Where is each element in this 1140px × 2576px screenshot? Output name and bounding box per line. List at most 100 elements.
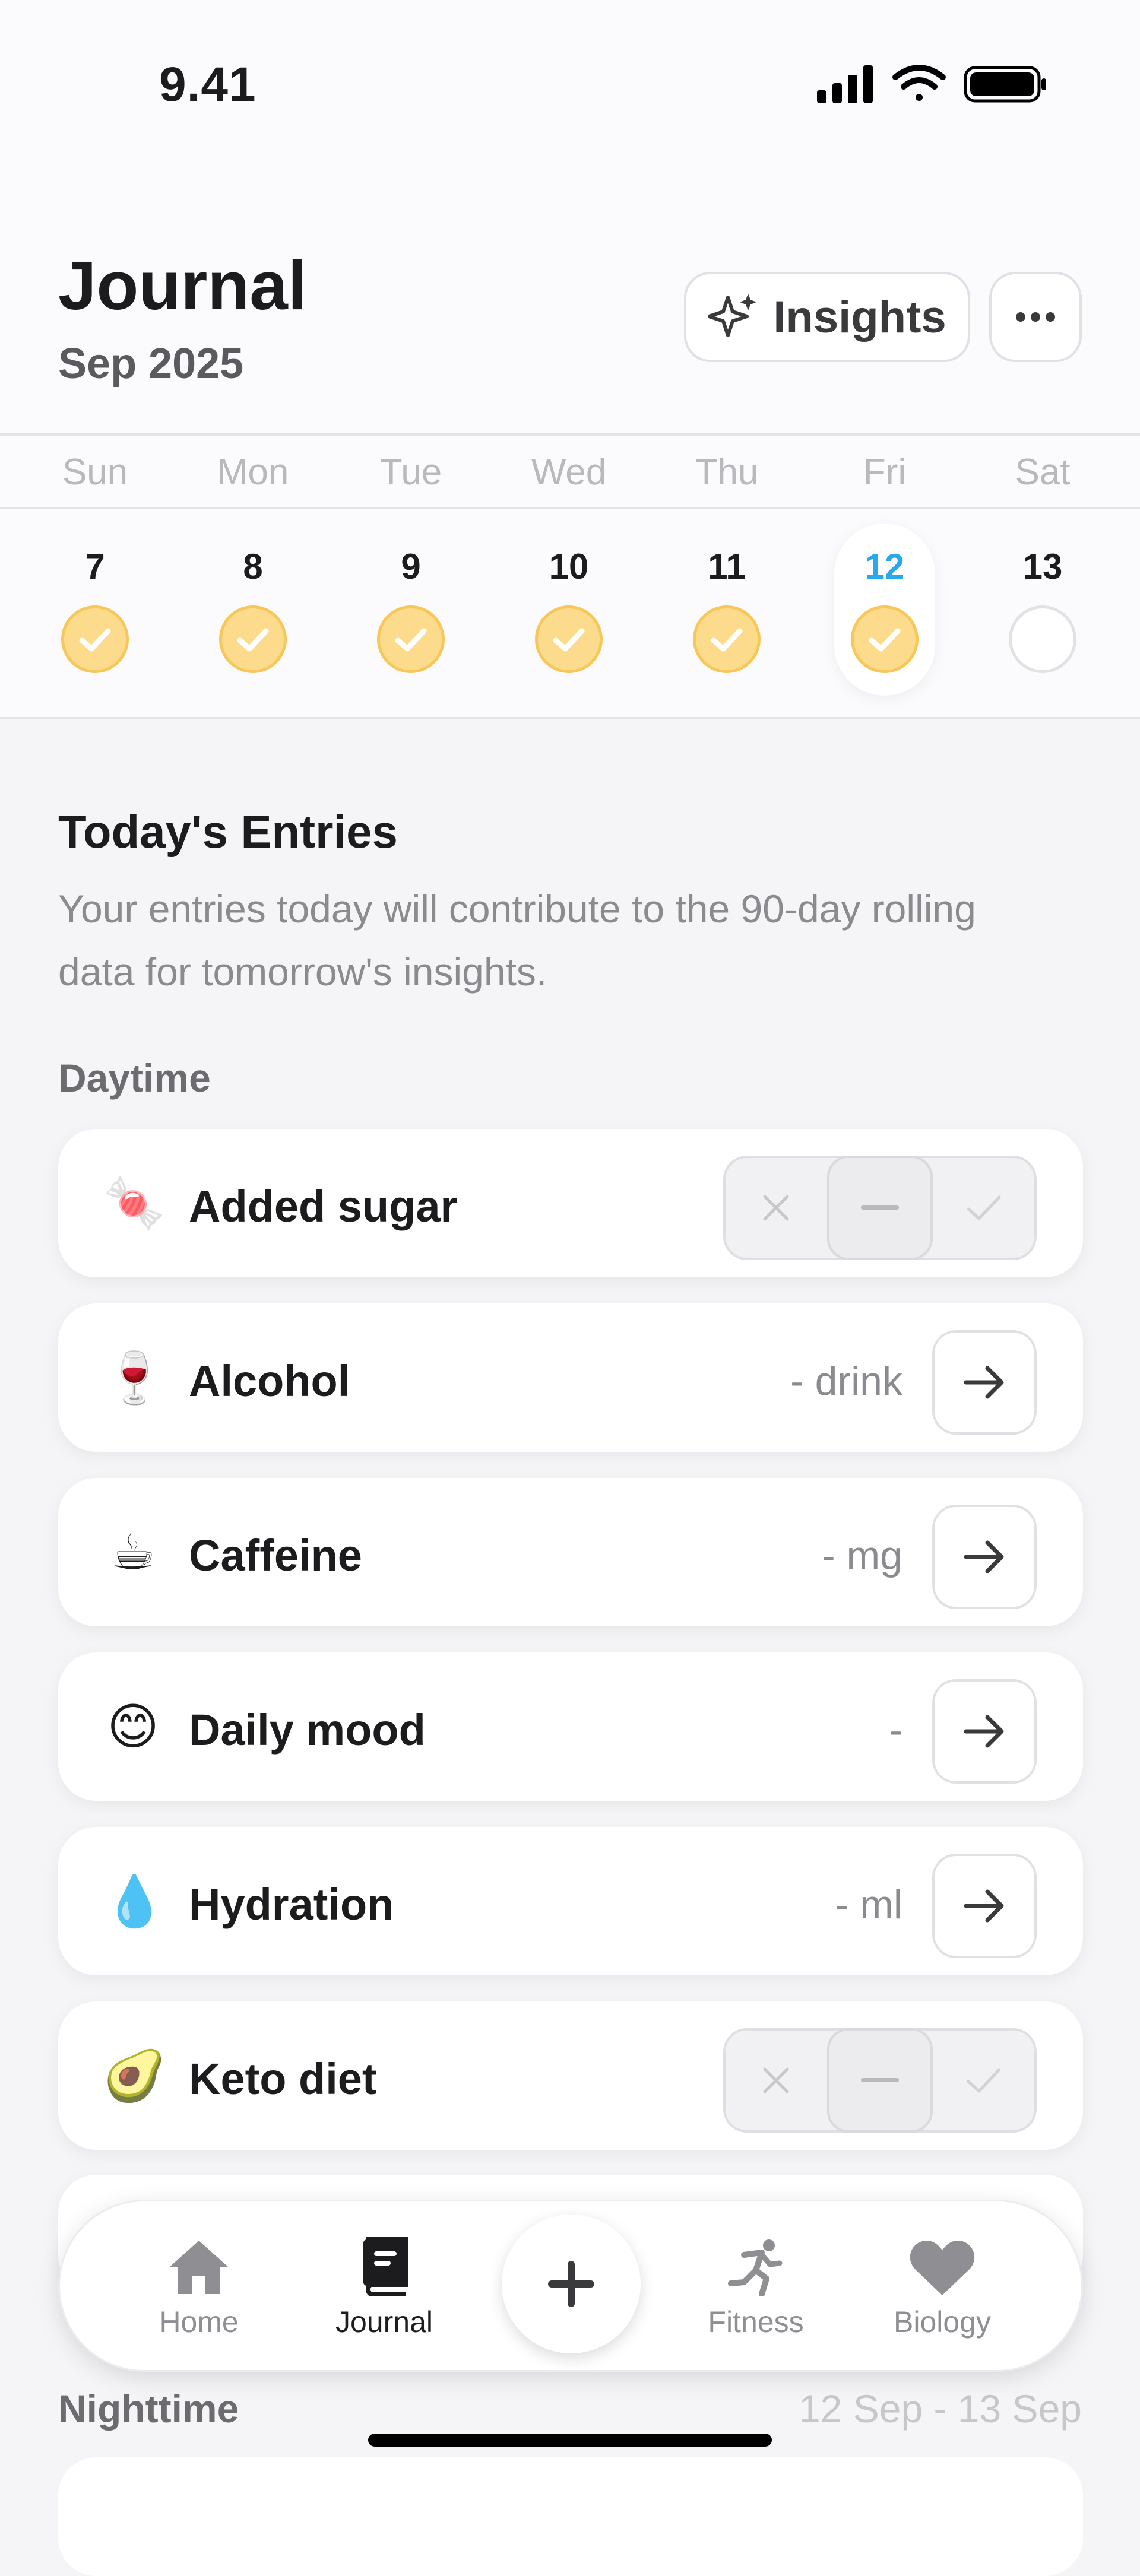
top-area: 9.41 Journal Sep 2025 Insights Sun Mon T… — [0, 0, 1140, 719]
arrow-right-icon — [964, 1889, 1004, 1923]
entry-card[interactable]: 🍬 Added sugar — [58, 1129, 1083, 1277]
entries-description: Your entries today will contribute to th… — [58, 887, 976, 994]
status-icons — [817, 65, 1046, 103]
tab-label: Home — [159, 2305, 239, 2339]
x-icon — [763, 1195, 789, 1221]
weekday-label: Wed — [531, 452, 607, 493]
runner-icon — [728, 2239, 783, 2296]
wine-glass-icon: 🍷 — [103, 1350, 166, 1406]
toggle-yes[interactable] — [933, 1158, 1034, 1258]
entry-card[interactable]: 🍷 Alcohol - drink — [58, 1303, 1083, 1452]
tab-home[interactable]: Home — [128, 2235, 270, 2339]
calendar-day[interactable]: 11 — [667, 524, 786, 696]
candy-icon: 🍬 — [103, 1175, 166, 1231]
tab-fitness[interactable]: Fitness — [685, 2235, 827, 2339]
entry-card[interactable]: ☕ Caffeine - mg — [58, 1478, 1083, 1626]
checkmark-icon — [553, 628, 585, 652]
home-indicator — [368, 2434, 772, 2447]
open-entry-button[interactable] — [932, 1854, 1037, 1958]
day-complete-badge — [377, 605, 445, 673]
coffee-cup-icon: ☕ — [110, 1524, 156, 1580]
weekday-label: Sat — [1015, 452, 1071, 493]
weekday-label: Mon — [217, 452, 289, 493]
toggle-unset[interactable] — [826, 2028, 933, 2133]
toggle-unset[interactable] — [826, 1156, 933, 1260]
status-time: 9.41 — [159, 58, 256, 112]
plus-icon — [548, 2261, 594, 2307]
checkmark-icon — [79, 628, 111, 652]
arrow-right-icon — [964, 1366, 1004, 1399]
day-number: 8 — [243, 547, 263, 586]
entry-card[interactable]: 😊 Daily mood - — [58, 1652, 1083, 1801]
entry-name: Alcohol — [189, 1356, 350, 1406]
droplet-icon: 💧 — [103, 1873, 166, 1929]
tri-state-toggle[interactable] — [723, 2028, 1037, 2133]
toggle-yes[interactable] — [933, 2031, 1034, 2130]
nighttime-label: Nighttime — [58, 2387, 239, 2431]
calendar-day[interactable]: 7 — [36, 524, 154, 696]
calendar-day[interactable]: 12 — [834, 524, 935, 696]
weekday-label: Sun — [62, 452, 128, 493]
tri-state-toggle[interactable] — [723, 1156, 1037, 1260]
insights-button[interactable]: Insights — [684, 272, 970, 362]
day-complete-badge — [61, 605, 129, 673]
ellipsis-icon — [1016, 312, 1055, 322]
day-complete-badge — [535, 605, 603, 673]
insights-label: Insights — [773, 291, 946, 342]
calendar-day[interactable]: 9 — [352, 524, 470, 696]
day-number: 11 — [708, 547, 746, 586]
dash-icon — [861, 1205, 899, 1210]
toggle-no[interactable] — [726, 1158, 827, 1258]
arrow-right-icon — [964, 1715, 1004, 1748]
page-title: Journal — [58, 247, 307, 324]
entry-card[interactable]: 💧 Hydration - ml — [58, 1827, 1083, 1975]
day-complete-badge — [693, 605, 761, 673]
entries-title: Today's Entries — [58, 805, 398, 858]
checkmark-icon — [395, 628, 427, 652]
calendar-day[interactable]: 13 — [983, 524, 1102, 696]
day-number: 12 — [864, 547, 905, 586]
day-complete-badge — [851, 605, 919, 673]
calendar-day[interactable]: 8 — [194, 524, 312, 696]
checkmark-icon — [237, 628, 269, 652]
weekday-label: Fri — [863, 452, 907, 493]
entry-value: - drink — [790, 1359, 902, 1404]
add-entry-button[interactable] — [502, 2215, 641, 2353]
signal-icon — [817, 65, 873, 103]
calendar-divider — [0, 717, 1140, 719]
toggle-no[interactable] — [726, 2031, 827, 2130]
entry-name: Added sugar — [189, 1182, 458, 1231]
entry-name: Hydration — [189, 1880, 394, 1929]
entry-name: Daily mood — [189, 1705, 426, 1755]
x-icon — [763, 2067, 789, 2093]
tab-bar: Home Journal Fitness Biology — [58, 2200, 1083, 2372]
weekday-label: Thu — [695, 452, 759, 493]
daytime-label: Daytime — [58, 1056, 211, 1100]
check-icon — [967, 2068, 1001, 2093]
more-button[interactable] — [989, 272, 1082, 362]
entry-card[interactable]: 🥑 Keto diet — [58, 2001, 1083, 2150]
open-entry-button[interactable] — [932, 1505, 1037, 1609]
tab-biology[interactable]: Biology — [871, 2235, 1014, 2339]
entry-value: - — [889, 1708, 902, 1753]
day-complete-badge — [219, 605, 287, 673]
day-number: 10 — [549, 547, 589, 586]
tab-journal[interactable]: Journal — [313, 2235, 455, 2339]
calendar-day[interactable]: 10 — [509, 524, 628, 696]
open-entry-button[interactable] — [932, 1679, 1037, 1784]
tab-label: Journal — [335, 2305, 433, 2339]
arrow-right-icon — [964, 1540, 1004, 1573]
nighttime-range: 12 Sep - 13 Sep — [798, 2387, 1082, 2431]
day-empty-badge — [1009, 605, 1076, 673]
entry-value: - ml — [835, 1882, 902, 1927]
smiling-face-icon: 😊 — [107, 1699, 159, 1755]
house-icon — [170, 2241, 228, 2294]
open-entry-button[interactable] — [932, 1330, 1037, 1435]
entry-name: Keto diet — [189, 2054, 377, 2104]
weekday-label: Tue — [379, 452, 442, 493]
tab-label: Biology — [894, 2305, 991, 2339]
entry-value: - mg — [822, 1533, 902, 1578]
day-number: 7 — [85, 547, 105, 586]
avocado-icon: 🥑 — [103, 2048, 166, 2104]
checkmark-icon — [869, 628, 901, 652]
